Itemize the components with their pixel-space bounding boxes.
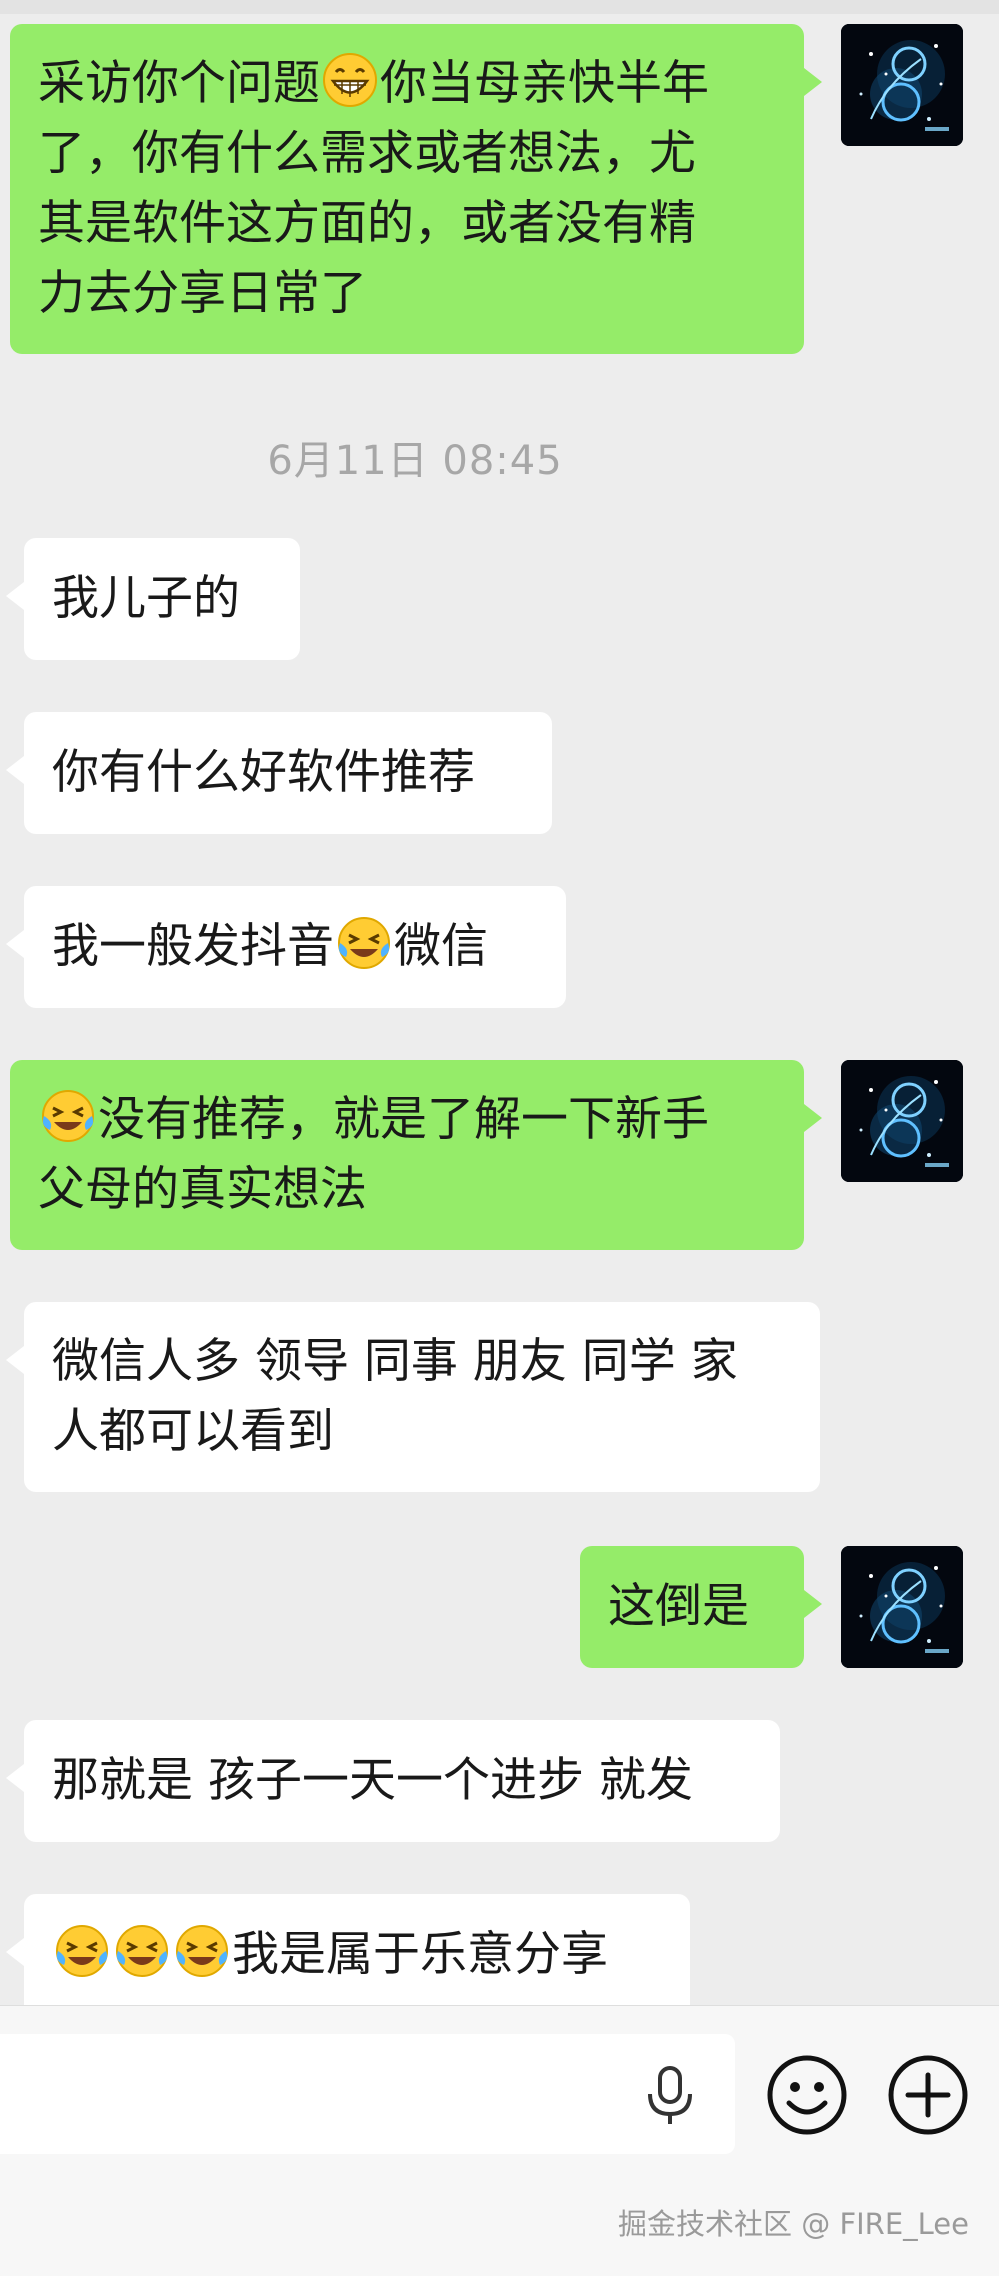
message-text: 父母的真实想法 xyxy=(38,1162,367,1217)
chat-area[interactable]: 采访你个问题 你当母亲快半年 了，你有什么需求或者想法，尤 其是软件这方面的，或者… xyxy=(0,0,999,2005)
message-bubble-incoming[interactable]: 我是属于乐意分享 xyxy=(6,1894,690,2005)
message-bubble-incoming[interactable]: 我儿子的 xyxy=(6,538,300,660)
message-text: 了，你有什么需求或者想法，尤 xyxy=(38,126,696,181)
message-bubble-outgoing[interactable]: 没有推荐，就是了解一下新手 父母的真实想法 xyxy=(10,1060,822,1250)
constellation-avatar-icon xyxy=(841,24,963,146)
crying-laughing-emoji-icon xyxy=(174,1923,230,1979)
message-text: 微信 xyxy=(394,919,488,974)
my-avatar[interactable] xyxy=(841,1060,963,1182)
message-text: 我是属于乐意分享 xyxy=(232,1927,608,1982)
message-text: 这倒是 xyxy=(608,1579,749,1634)
plus-circle-icon[interactable] xyxy=(886,2053,970,2137)
input-bar: 掘金技术社区 @ FIRE_Lee xyxy=(0,2005,999,2276)
message-text: 微信人多 领导 同事 朋友 同学 家 xyxy=(52,1334,738,1389)
crying-laughing-emoji-icon xyxy=(54,1923,110,1979)
message-bubble-outgoing[interactable]: 这倒是 xyxy=(580,1546,822,1668)
message-input[interactable] xyxy=(0,2034,735,2154)
message-bubble-outgoing[interactable]: 采访你个问题 你当母亲快半年 了，你有什么需求或者想法，尤 其是软件这方面的，或者… xyxy=(10,24,822,354)
message-bubble-incoming[interactable]: 我一般发抖音 微信 xyxy=(6,886,566,1008)
message-bubble-incoming[interactable]: 你有什么好软件推荐 xyxy=(6,712,552,834)
microphone-icon[interactable] xyxy=(640,2064,700,2128)
crying-laughing-emoji-icon xyxy=(336,915,392,971)
message-text: 我一般发抖音 xyxy=(52,919,334,974)
message-timestamp: 6月11日 08:45 xyxy=(267,438,563,484)
crying-laughing-emoji-icon xyxy=(114,1923,170,1979)
message-text: 人都可以看到 xyxy=(52,1404,334,1459)
top-divider xyxy=(0,0,999,14)
my-avatar[interactable] xyxy=(841,24,963,146)
message-bubble-incoming[interactable]: 那就是 孩子一天一个进步 就发 xyxy=(6,1720,780,1842)
message-text: 没有推荐，就是了解一下新手 xyxy=(98,1092,709,1147)
constellation-avatar-icon xyxy=(841,1546,963,1668)
watermark: 掘金技术社区 @ FIRE_Lee xyxy=(618,2207,969,2241)
message-text: 我儿子的 xyxy=(52,571,240,626)
message-text: 力去分享日常了 xyxy=(38,266,367,321)
smiley-icon[interactable] xyxy=(765,2053,849,2137)
message-text: 采访你个问题 xyxy=(38,56,320,111)
crying-laughing-emoji-icon xyxy=(40,1088,96,1144)
grinning-emoji-icon xyxy=(322,52,378,108)
message-text: 你当母亲快半年 xyxy=(380,56,709,111)
message-text: 你有什么好软件推荐 xyxy=(52,745,475,800)
constellation-avatar-icon xyxy=(841,1060,963,1182)
message-bubble-incoming[interactable]: 微信人多 领导 同事 朋友 同学 家 人都可以看到 xyxy=(6,1302,820,1492)
message-text: 那就是 孩子一天一个进步 就发 xyxy=(52,1753,693,1808)
my-avatar[interactable] xyxy=(841,1546,963,1668)
message-text: 其是软件这方面的，或者没有精 xyxy=(38,196,696,251)
